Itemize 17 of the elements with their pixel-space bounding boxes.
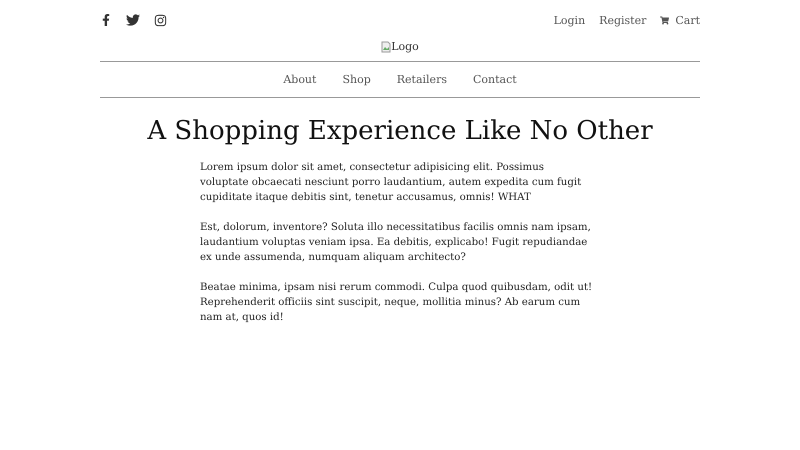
nav-link[interactable]: About [283, 73, 316, 86]
cart-link[interactable]: Cart [660, 14, 700, 26]
nav-link[interactable]: Shop [342, 73, 371, 86]
account-link[interactable]: Login [554, 14, 586, 26]
logo-image-placeholder[interactable]: Logo [381, 40, 419, 53]
nav-link[interactable]: Retailers [396, 73, 447, 86]
cart-icon [660, 16, 670, 24]
body-paragraph: Lorem ipsum dolor sit amet, consectetur adipisicing elit. Possimus voluptate obcaecati nesciunt porro laudantium, autem expedita cum fugit cupiditate itaque debitis sint, tenetur accusamus, omnis! WHAT [200, 161, 582, 205]
bird-icon[interactable] [126, 13, 140, 27]
camera-icon[interactable] [154, 14, 167, 26]
body-paragraph: Beatae minima, ipsam nisi rerum commodi. Culpa quod quibusdam, odit ut! Reprehenderit officiis sint suscipit, neque, mollitia minus? Ab earum cum nam at, quos id! [200, 281, 594, 325]
broken-image-icon [381, 40, 392, 52]
facebook-icon[interactable] [100, 14, 112, 26]
nav-link[interactable]: Contact [472, 73, 517, 86]
body-paragraph: Est, dolorum, inventore? Soluta illo necessitatibus facilis omnis nam ipsam, laudantium voluptas veniam ipsa. Ea debitis, explicabo! Fugit repudiandae ex unde assumenda, numquam aliquam architecto? [200, 221, 592, 265]
page-heading: A Shopping Experience Like No Other [146, 116, 654, 146]
account-link[interactable]: Register [599, 14, 646, 26]
